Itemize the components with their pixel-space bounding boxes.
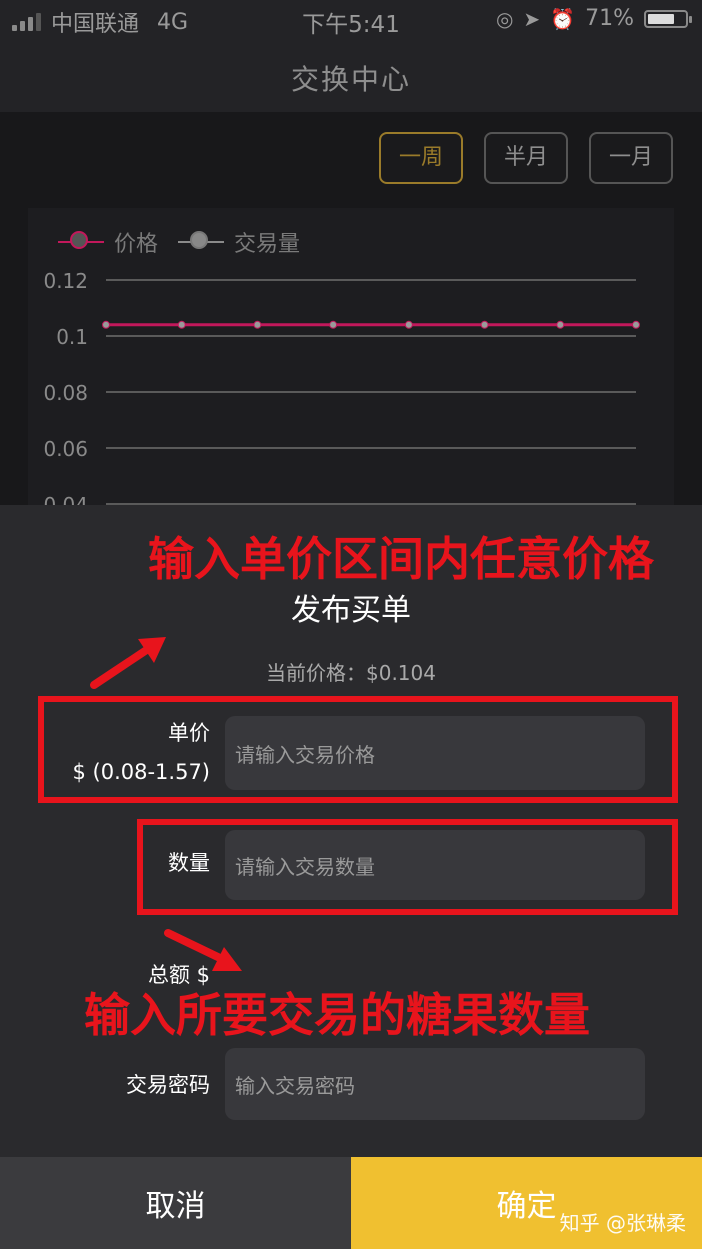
data-point-price[interactable] <box>404 320 413 329</box>
range-button-week[interactable]: 一周 <box>379 132 463 184</box>
status-bar: 中国联通 4G 下午5:41 ◎ ➤ ⏰ 71% <box>0 0 702 38</box>
confirm-label: 确定 <box>496 1189 557 1224</box>
unit-price-input[interactable]: 请输入交易价格 <box>225 716 645 790</box>
battery-fill <box>648 13 674 24</box>
y-tick-label: 0.08 <box>43 381 88 405</box>
legend-price-marker <box>58 231 104 253</box>
battery-icon <box>644 9 692 28</box>
current-price-label: 当前价格： <box>266 661 366 685</box>
nav-bar: 交换中心 <box>0 38 702 112</box>
sheet-title: 发布买单 <box>291 593 411 628</box>
y-tick-label: 0.12 <box>43 269 88 293</box>
password-placeholder: 输入交易密码 <box>235 1073 355 1098</box>
unit-price-placeholder: 请输入交易价格 <box>235 742 375 767</box>
cancel-button[interactable]: 取消 <box>0 1157 351 1249</box>
current-price: 当前价格：$0.104 <box>0 657 702 686</box>
battery-percent: 71% <box>585 6 634 31</box>
data-point-price[interactable] <box>556 320 565 329</box>
price-chart: 0.12 0.1 0.08 0.06 0.04 价格 交易量 <box>28 208 674 505</box>
legend-item-price[interactable]: 价格 <box>58 226 158 258</box>
rotation-lock-icon: ◎ <box>495 6 514 31</box>
range-button-half-month[interactable]: 半月 <box>484 132 568 184</box>
bottom-action-bar: 取消 确定 知乎 @张琳柔 <box>0 1157 702 1249</box>
data-point-price[interactable] <box>480 320 489 329</box>
watermark: 知乎 @张琳柔 <box>559 1211 686 1235</box>
confirm-button[interactable]: 确定 知乎 @张琳柔 <box>351 1157 702 1249</box>
y-tick-label: 0.06 <box>43 437 88 461</box>
chart-legend: 价格 交易量 <box>58 226 300 258</box>
unit-price-label: 单价 <box>168 721 210 745</box>
unit-price-range: $ (0.08-1.57) <box>72 760 210 784</box>
password-input[interactable]: 输入交易密码 <box>225 1048 645 1120</box>
data-point-price[interactable] <box>102 320 110 329</box>
location-icon: ➤ <box>523 6 541 31</box>
current-price-value: $0.104 <box>366 661 436 685</box>
alarm-icon: ⏰ <box>550 6 576 31</box>
data-point-price[interactable] <box>632 320 640 329</box>
quantity-label: 数量 <box>168 851 210 875</box>
status-right: ◎ ➤ ⏰ 71% <box>495 6 692 31</box>
y-tick-label: 0.1 <box>56 325 88 349</box>
data-point-price[interactable] <box>177 320 186 329</box>
data-point-price[interactable] <box>329 320 338 329</box>
legend-volume-label: 交易量 <box>234 232 301 257</box>
range-button-month[interactable]: 一月 <box>589 132 673 184</box>
data-point-price[interactable] <box>253 320 262 329</box>
y-tick-label: 0.04 <box>43 493 88 505</box>
legend-item-volume[interactable]: 交易量 <box>178 226 300 258</box>
annotation-quantity-hint: 输入所要交易的糖果数量 <box>84 988 590 1042</box>
chart-area: 一周 半月 一月 0.12 0.1 0.08 0.06 0.04 价格 交易量 <box>0 112 702 505</box>
legend-price-label: 价格 <box>114 232 159 257</box>
password-label: 交易密码 <box>126 1073 210 1097</box>
quantity-input[interactable]: 请输入交易数量 <box>225 830 645 900</box>
legend-volume-marker <box>178 231 225 253</box>
page-title: 交换中心 <box>290 63 411 96</box>
annotation-price-hint: 输入单价区间内任意价格 <box>148 532 654 586</box>
buy-order-sheet: 输入单价区间内任意价格 发布买单 当前价格：$0.104 单价 $ (0.08-… <box>0 505 702 1157</box>
quantity-placeholder: 请输入交易数量 <box>235 854 375 879</box>
